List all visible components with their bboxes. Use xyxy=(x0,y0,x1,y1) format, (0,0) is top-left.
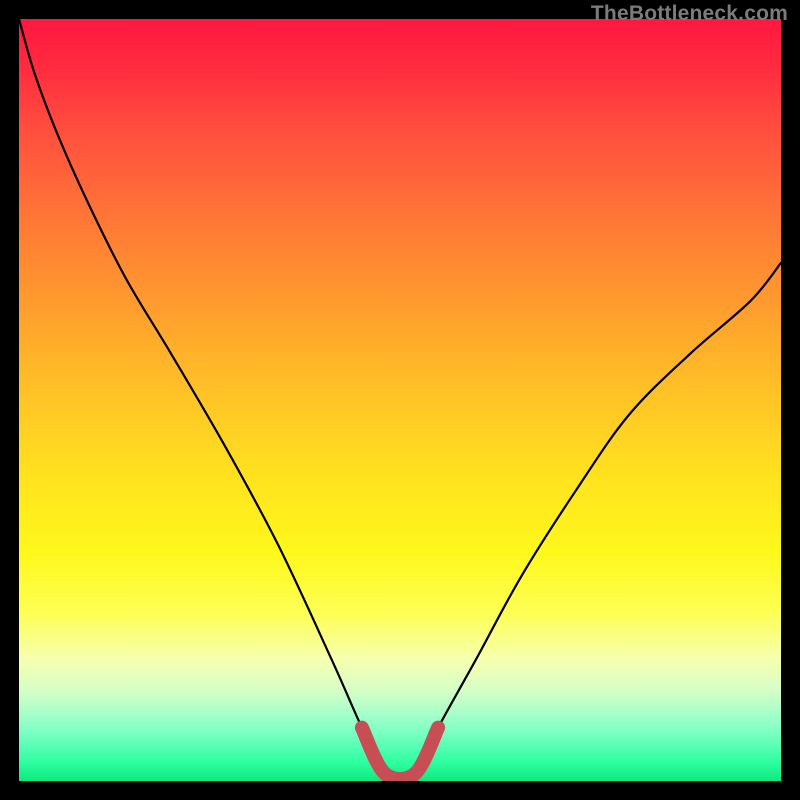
watermark-text: TheBottleneck.com xyxy=(591,2,788,26)
chart-plot-area xyxy=(19,19,781,781)
bottom-plateau-highlight xyxy=(362,728,438,779)
chart-frame: TheBottleneck.com xyxy=(0,0,800,800)
bottleneck-curve xyxy=(19,19,781,779)
chart-svg xyxy=(19,19,781,781)
